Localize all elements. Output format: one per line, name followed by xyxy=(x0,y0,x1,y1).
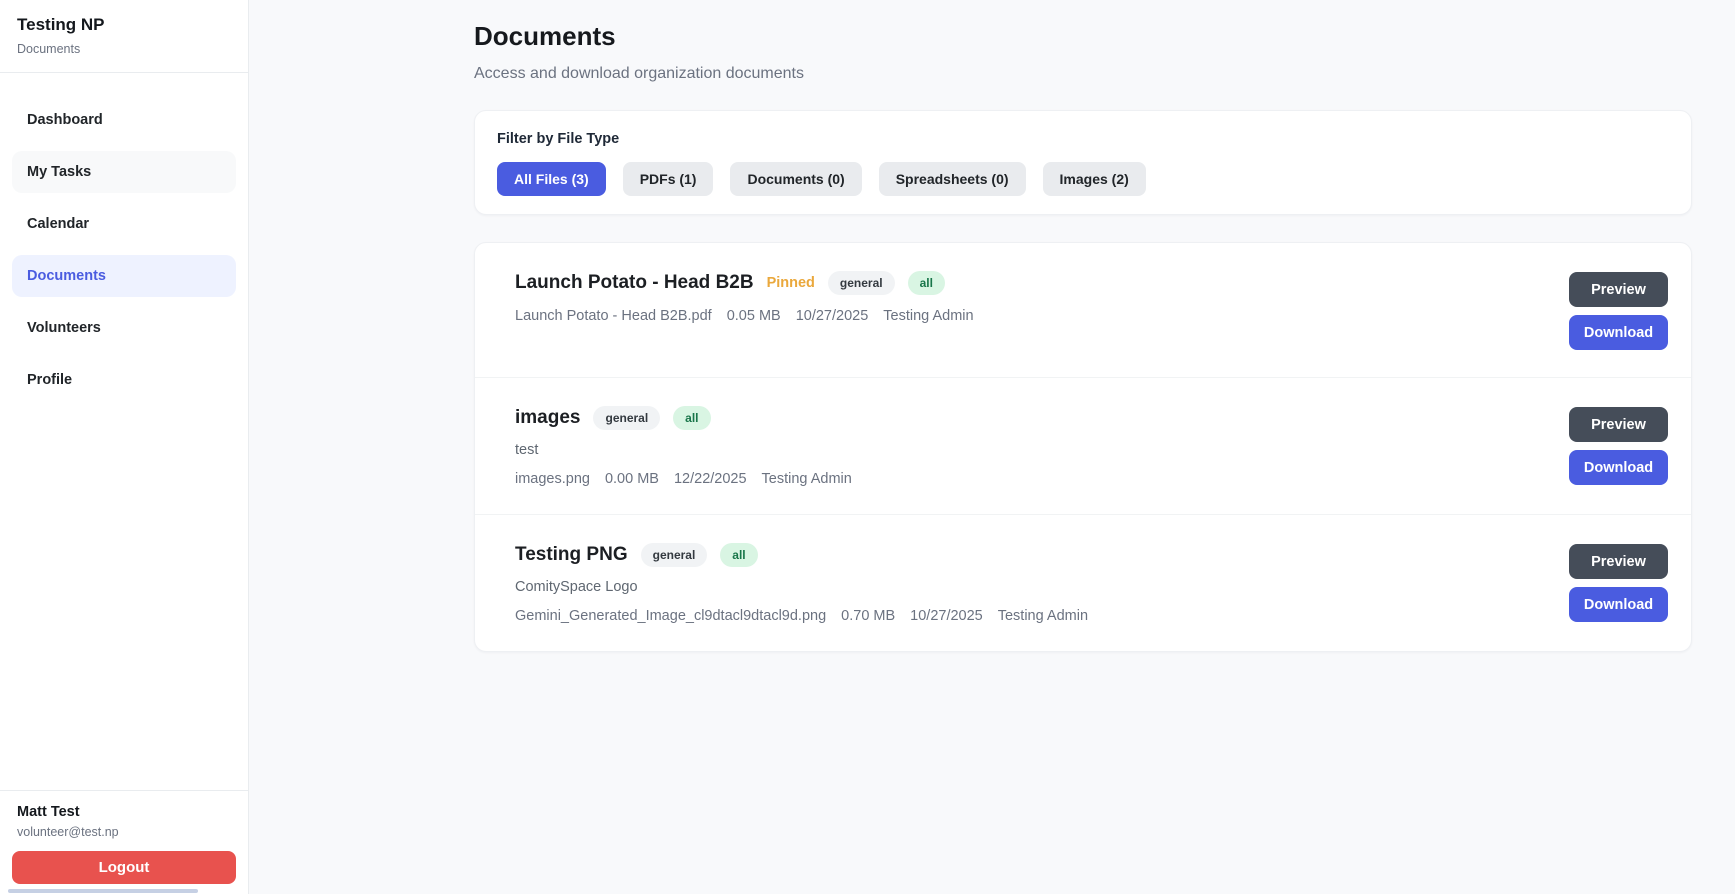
sidebar-item-documents[interactable]: Documents xyxy=(12,255,236,297)
visibility-badge: all xyxy=(907,271,945,295)
document-title: images xyxy=(515,407,581,428)
page-subtitle: Access and download organization documen… xyxy=(474,65,804,82)
download-button[interactable]: Download xyxy=(1569,450,1668,485)
preview-button[interactable]: Preview xyxy=(1569,407,1668,442)
document-row: Launch Potato - Head B2B Pinned general … xyxy=(475,243,1691,378)
filter-all-files[interactable]: All Files (3) xyxy=(497,162,606,196)
sidebar-item-volunteers[interactable]: Volunteers xyxy=(12,307,236,349)
visibility-badge: all xyxy=(673,406,711,430)
document-actions: Preview Download xyxy=(1569,271,1668,350)
document-actions: Preview Download xyxy=(1569,406,1668,485)
sidebar-item-dashboard[interactable]: Dashboard xyxy=(12,99,236,141)
document-info: Testing PNG general all ComitySpace Logo… xyxy=(515,543,1088,624)
file-uploader: Testing Admin xyxy=(761,471,852,487)
document-info: images general all test images.png 0.00 … xyxy=(515,406,852,487)
file-size: 0.00 MB xyxy=(604,471,659,487)
pinned-label: Pinned xyxy=(766,275,815,291)
file-size: 0.05 MB xyxy=(726,308,781,324)
sidebar-item-profile[interactable]: Profile xyxy=(12,359,236,401)
document-meta: Launch Potato - Head B2B.pdf 0.05 MB 10/… xyxy=(515,308,974,324)
document-description: ComitySpace Logo xyxy=(515,579,638,595)
category-badge: general xyxy=(827,271,895,295)
sidebar: Testing NP Documents Dashboard My Tasks … xyxy=(0,0,249,894)
visibility-badge: all xyxy=(720,543,758,567)
sidebar-item-my-tasks[interactable]: My Tasks xyxy=(12,151,236,193)
document-description: test xyxy=(515,442,539,458)
documents-list: Launch Potato - Head B2B Pinned general … xyxy=(474,242,1692,652)
download-button[interactable]: Download xyxy=(1569,587,1668,622)
filter-card: Filter by File Type All Files (3) PDFs (… xyxy=(474,110,1692,215)
preview-button[interactable]: Preview xyxy=(1569,544,1668,579)
page-title: Documents xyxy=(474,21,616,51)
org-name: Testing NP xyxy=(17,15,105,34)
category-badge: general xyxy=(640,543,708,567)
filter-documents[interactable]: Documents (0) xyxy=(730,162,862,196)
filter-buttons: All Files (3) PDFs (1) Documents (0) Spr… xyxy=(497,162,1669,196)
file-date: 12/22/2025 xyxy=(673,471,747,487)
horizontal-scrollbar-thumb[interactable] xyxy=(8,889,198,893)
file-name: Launch Potato - Head B2B.pdf xyxy=(515,308,712,324)
app-window: Testing NP Documents Dashboard My Tasks … xyxy=(0,0,1735,894)
main-content: Documents Access and download organizati… xyxy=(249,0,1735,894)
download-button[interactable]: Download xyxy=(1569,315,1668,350)
sidebar-nav: Dashboard My Tasks Calendar Documents Vo… xyxy=(0,73,248,411)
document-info: Launch Potato - Head B2B Pinned general … xyxy=(515,271,974,324)
filter-pdfs[interactable]: PDFs (1) xyxy=(622,162,714,196)
document-title: Launch Potato - Head B2B xyxy=(515,272,754,293)
file-name: images.png xyxy=(515,471,590,487)
document-row: Testing PNG general all ComitySpace Logo… xyxy=(475,515,1691,651)
preview-button[interactable]: Preview xyxy=(1569,272,1668,307)
file-size: 0.70 MB xyxy=(841,608,896,624)
user-name: Matt Test xyxy=(17,804,80,820)
sidebar-footer: Matt Test volunteer@test.np Logout xyxy=(0,790,248,894)
user-email: volunteer@test.np xyxy=(17,825,119,839)
filter-spreadsheets[interactable]: Spreadsheets (0) xyxy=(878,162,1026,196)
file-uploader: Testing Admin xyxy=(883,308,974,324)
filter-images[interactable]: Images (2) xyxy=(1042,162,1146,196)
logout-button[interactable]: Logout xyxy=(12,851,236,884)
sidebar-item-calendar[interactable]: Calendar xyxy=(12,203,236,245)
document-actions: Preview Download xyxy=(1569,543,1668,622)
filter-label: Filter by File Type xyxy=(497,131,620,147)
file-date: 10/27/2025 xyxy=(795,308,869,324)
file-name: Gemini_Generated_Image_cl9dtacl9dtacl9d.… xyxy=(515,608,827,624)
file-date: 10/27/2025 xyxy=(910,608,983,624)
file-uploader: Testing Admin xyxy=(997,608,1089,624)
org-subtitle: Documents xyxy=(17,42,81,56)
document-meta: images.png 0.00 MB 12/22/2025 Testing Ad… xyxy=(515,471,852,487)
document-meta: Gemini_Generated_Image_cl9dtacl9dtacl9d.… xyxy=(515,608,1088,624)
document-title: Testing PNG xyxy=(515,544,628,565)
category-badge: general xyxy=(593,406,661,430)
document-row: images general all test images.png 0.00 … xyxy=(475,378,1691,515)
sidebar-header: Testing NP Documents xyxy=(0,0,248,73)
